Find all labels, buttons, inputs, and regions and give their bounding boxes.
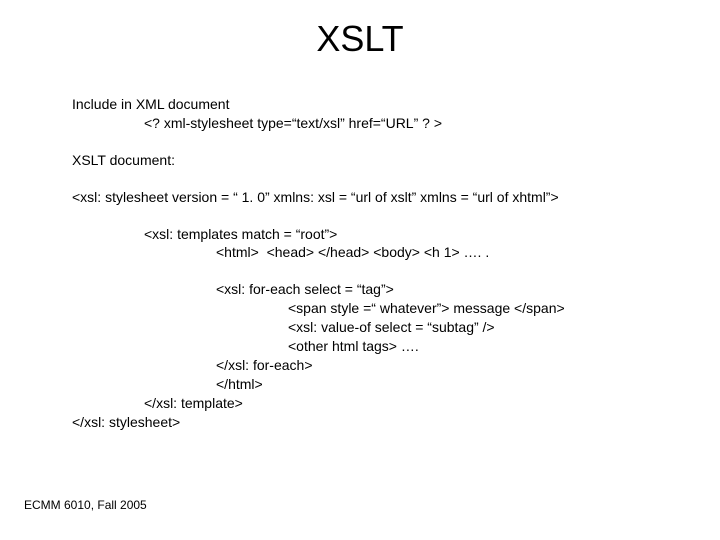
text-line: </html> — [72, 375, 690, 394]
text-line: <html> <head> </head> <body> <h 1> …. . — [72, 243, 690, 262]
spacer — [72, 262, 690, 280]
text-line: <xsl: for-each select = “tag”> — [72, 280, 690, 299]
spacer — [72, 207, 690, 225]
text-line: <xsl: value-of select = “subtag” /> — [72, 318, 690, 337]
text-line: </xsl: template> — [72, 394, 690, 413]
text-line: <? xml-stylesheet type=“text/xsl” href=“… — [72, 114, 690, 133]
slide: XSLT Include in XML document <? xml-styl… — [0, 0, 720, 540]
text-line: <xsl: stylesheet version = “ 1. 0” xmlns… — [72, 188, 690, 207]
text-line: Include in XML document — [72, 95, 690, 114]
text-line: <span style =“ whatever”> message </span… — [72, 299, 690, 318]
text-line: </xsl: for-each> — [72, 356, 690, 375]
page-title: XSLT — [0, 18, 720, 60]
slide-body: Include in XML document <? xml-styleshee… — [72, 95, 690, 431]
text-line: <xsl: templates match = “root”> — [72, 225, 690, 244]
slide-footer: ECMM 6010, Fall 2005 — [24, 498, 147, 512]
spacer — [72, 133, 690, 151]
text-line: XSLT document: — [72, 151, 690, 170]
text-line: <other html tags> …. — [72, 337, 690, 356]
spacer — [72, 170, 690, 188]
text-line: </xsl: stylesheet> — [72, 413, 690, 432]
